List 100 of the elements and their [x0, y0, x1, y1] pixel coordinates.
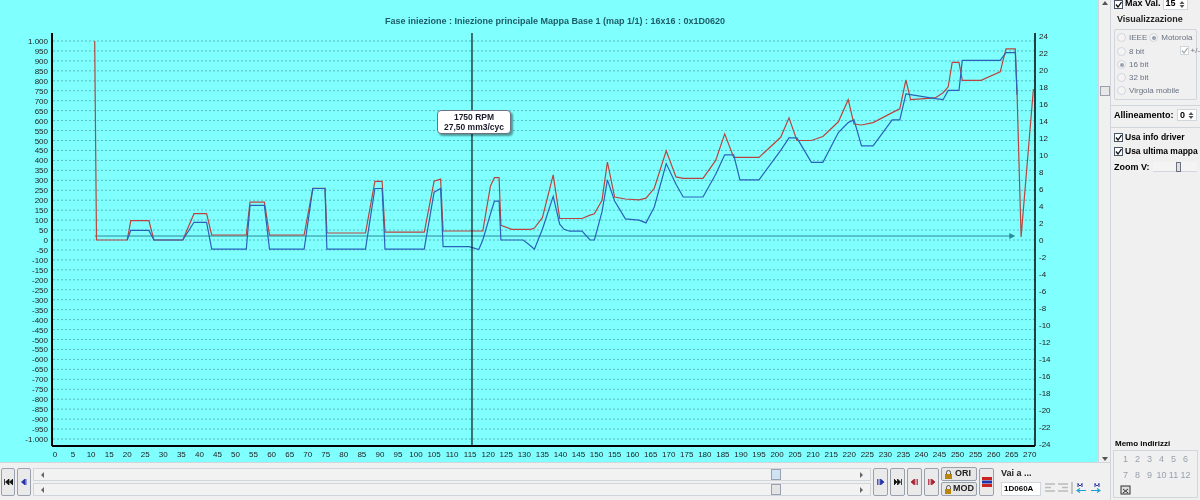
- zoom-slider[interactable]: [1152, 162, 1197, 173]
- axis-tick-label: 0: [43, 236, 48, 245]
- step-forward-icon: [876, 478, 885, 485]
- checkbox[interactable]: [1114, 0, 1123, 9]
- memo-clear-icon[interactable]: [1120, 484, 1131, 495]
- checkbox[interactable]: [1114, 132, 1123, 142]
- axis-tick-label: 40: [194, 450, 204, 459]
- axis-tick-label: 60: [267, 450, 277, 459]
- checkbox-label: Usa info driver: [1125, 131, 1185, 144]
- axis-tick-label: -22: [1039, 423, 1051, 432]
- axis-tick-label: 195: [752, 450, 766, 459]
- axis-tick-label: -800: [32, 395, 48, 405]
- alignment-spinner[interactable]: 0: [1177, 109, 1197, 122]
- vertical-scrollbar[interactable]: [1098, 0, 1110, 462]
- memo-back-icon[interactable]: [1076, 482, 1087, 493]
- field-label: Vai a ...: [1001, 467, 1033, 481]
- axis-tick-label: 18: [1039, 83, 1048, 92]
- previous-button[interactable]: [17, 467, 31, 496]
- axis-tick-label: 0: [1039, 236, 1044, 245]
- lock-icon: [944, 469, 953, 479]
- axis-tick-label: 150: [589, 450, 604, 459]
- axis-tick-label: -1.000: [25, 435, 48, 444]
- compare-button[interactable]: [979, 467, 994, 496]
- axis-tick-label: -200: [32, 275, 48, 285]
- tooltip-text: 1750 RPM: [453, 112, 495, 122]
- axis-tick-label: 205: [788, 450, 802, 459]
- memo-forward-icon[interactable]: [1090, 482, 1101, 493]
- axis-tick-label: -600: [32, 355, 48, 365]
- axis-tick-label: 250: [950, 450, 965, 459]
- scroll-left-icon[interactable]: [40, 486, 45, 493]
- axis-tick-label: 200: [34, 196, 48, 206]
- axis-tick-label: 20: [1039, 66, 1048, 75]
- axis-tick-label: 90: [375, 450, 385, 459]
- axis-tick-label: 150: [34, 206, 48, 216]
- scroll-down-icon[interactable]: [1100, 456, 1109, 462]
- axis-tick-label: 120: [481, 450, 495, 459]
- step-back-icon: [910, 478, 919, 485]
- axis-tick-label: 185: [716, 450, 730, 459]
- axis-tick-label: 75: [321, 450, 331, 459]
- axis-tick-label: 50: [231, 450, 240, 459]
- checkbox-label: Usa ultima mappa: [1125, 144, 1198, 158]
- axis-tick-label: 255: [968, 450, 983, 459]
- navigation-button[interactable]: [873, 467, 888, 496]
- axis-tick-label: -16: [1039, 372, 1051, 381]
- axis-tick-label: -550: [32, 345, 48, 355]
- radio-label: 32 bit: [1129, 71, 1149, 84]
- axis-tick-label: 900: [34, 56, 48, 66]
- scrollbar-thumb[interactable]: [1099, 86, 1110, 96]
- axis-tick-label: 190: [734, 450, 748, 459]
- scroll-up-icon[interactable]: [1100, 0, 1109, 6]
- axis-tick-label: -6: [1039, 287, 1047, 296]
- axis-tick-label: 5: [70, 450, 76, 459]
- radio-label: Virgola mobile: [1129, 84, 1180, 97]
- axis-tick-label: -750: [32, 385, 48, 395]
- address-input[interactable]: 1D060A: [1001, 481, 1041, 496]
- scrollbar-thumb[interactable]: [771, 483, 781, 495]
- axis-tick-label: 145: [571, 450, 586, 459]
- record-button[interactable]: MOD: [941, 482, 977, 496]
- axis-tick-label: -100: [32, 255, 48, 265]
- horizontal-scrollbar[interactable]: [33, 467, 871, 481]
- slider-thumb[interactable]: [1176, 162, 1182, 173]
- axis-tick-label: 2: [1039, 219, 1044, 228]
- axis-tick-label: 10: [1039, 151, 1048, 160]
- max-value-spinner[interactable]: 15: [1162, 0, 1188, 10]
- axis-tick-label: -500: [32, 335, 48, 345]
- axis-tick-label: 105: [427, 450, 441, 459]
- scrollbar-thumb[interactable]: [771, 468, 781, 480]
- axis-tick-label: 24: [1039, 32, 1048, 41]
- axis-tick-label: 80: [339, 450, 349, 459]
- first-button[interactable]: [1, 467, 15, 496]
- axis-tick-label: 350: [34, 166, 48, 176]
- axis-tick-label: -14: [1039, 355, 1051, 364]
- record-button[interactable]: ORI: [941, 467, 977, 481]
- axis-tick-label: 22: [1039, 49, 1048, 58]
- axis-tick-label: -8: [1039, 304, 1047, 313]
- scroll-left-icon[interactable]: [40, 471, 45, 478]
- axis-tick-label: -4: [1039, 270, 1047, 279]
- navigation-button[interactable]: [890, 467, 905, 496]
- axis-tick-label: 10: [86, 450, 96, 459]
- axis-tick-label: 230: [878, 450, 893, 459]
- axis-tick-label: -2: [1039, 253, 1047, 262]
- field-label: Max Val.: [1125, 0, 1161, 11]
- checkbox[interactable]: [1114, 146, 1123, 156]
- axis-tick-label: 35: [176, 450, 186, 459]
- axis-tick-label: 175: [680, 450, 694, 459]
- axis-tick-label: 220: [842, 450, 856, 459]
- axis-tick-label: -24: [1039, 440, 1051, 449]
- group-title: Memo indirizzi: [1114, 438, 1172, 450]
- skip-forward-icon: [893, 478, 902, 485]
- scroll-right-icon[interactable]: [859, 471, 864, 478]
- axis-tick-label: -450: [32, 325, 48, 335]
- radio-label: Motorola: [1161, 31, 1193, 44]
- axis-tick-label: 4: [1039, 202, 1044, 211]
- axis-tick-label: 100: [409, 450, 423, 459]
- axis-tick-label: 125: [499, 450, 513, 459]
- axis-tick-label: 110: [445, 450, 459, 459]
- axis-tick-label: 550: [34, 126, 48, 136]
- scroll-right-icon[interactable]: [859, 486, 864, 493]
- horizontal-scrollbar[interactable]: [33, 482, 871, 496]
- axis-tick-label: -700: [32, 375, 48, 385]
